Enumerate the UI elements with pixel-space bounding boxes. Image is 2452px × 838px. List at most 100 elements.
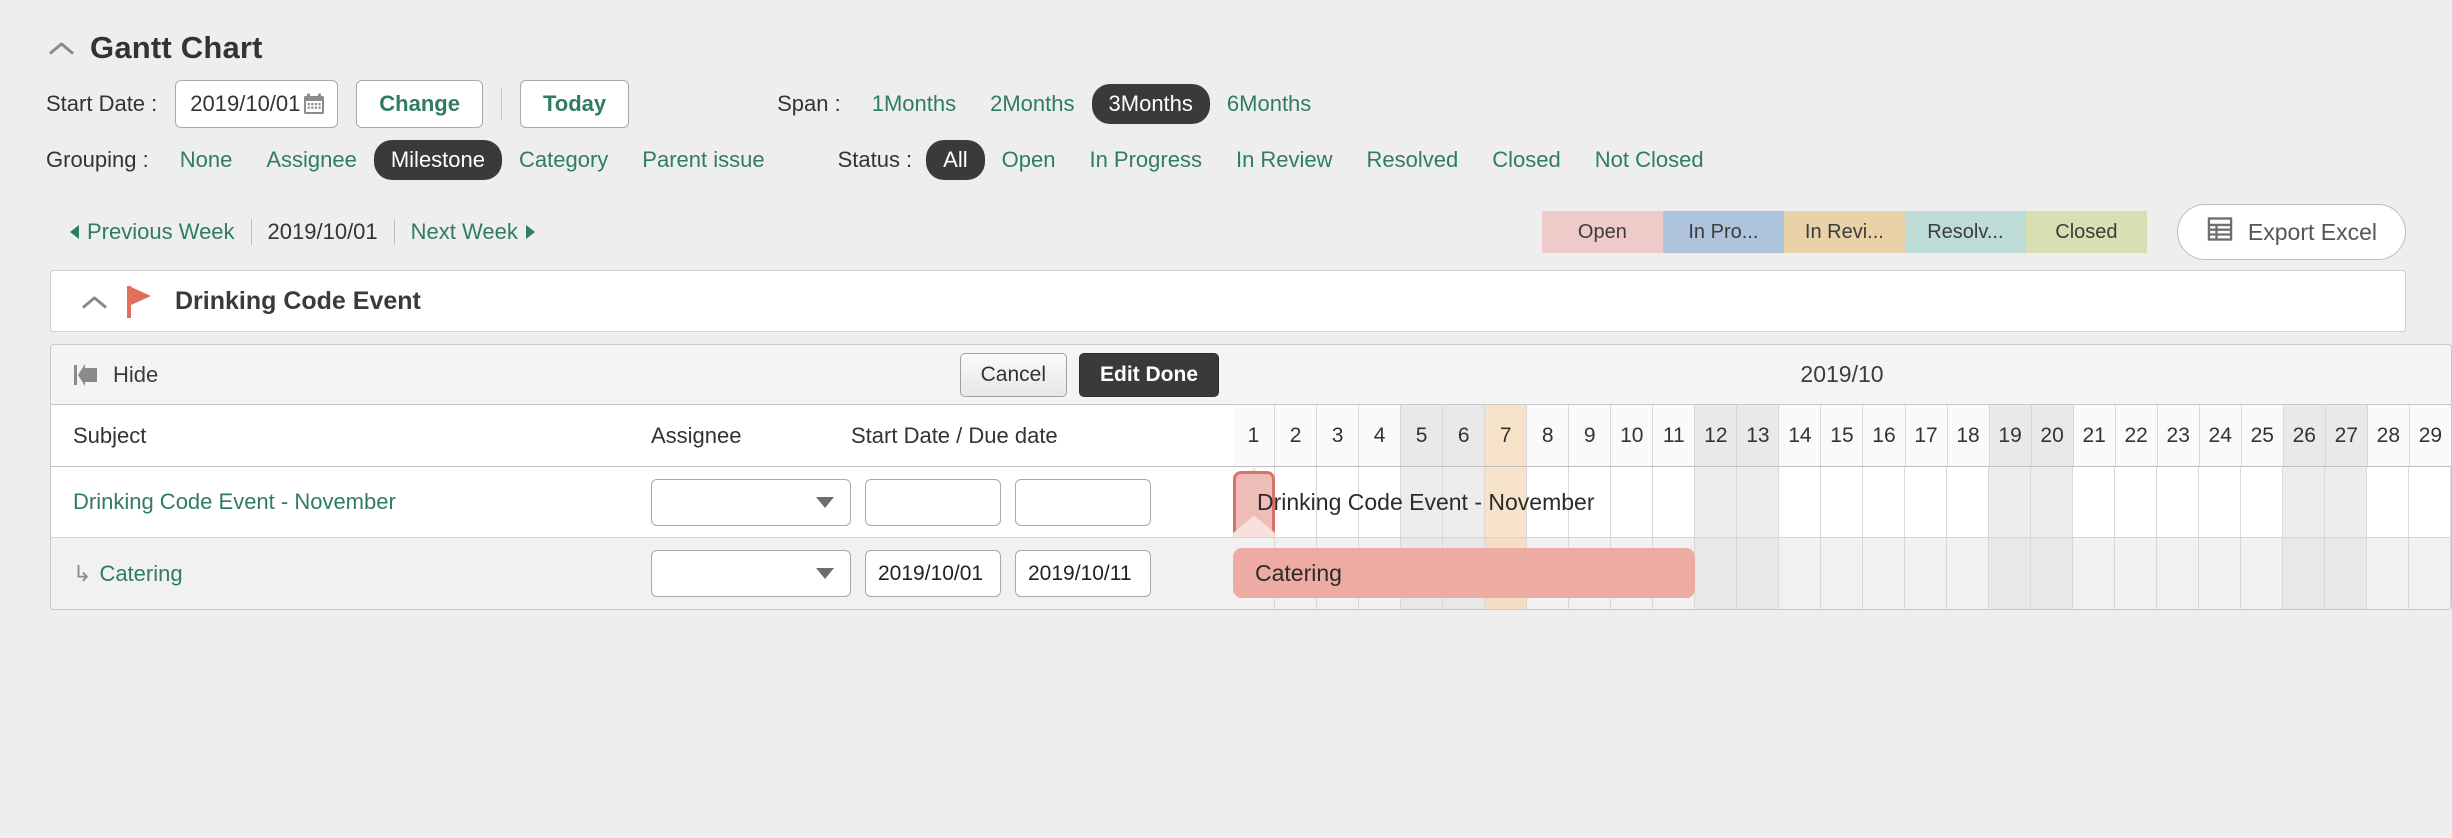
- previous-week-link[interactable]: Previous Week: [87, 219, 235, 245]
- next-week-link[interactable]: Next Week: [411, 219, 518, 245]
- gantt-cell-day-23[interactable]: [2157, 538, 2199, 609]
- task-subject-label: Catering: [99, 560, 183, 586]
- calendar-day-24: 24: [2199, 405, 2242, 466]
- status-option-all[interactable]: All: [926, 140, 985, 180]
- gantt-cell-day-21[interactable]: [2073, 467, 2115, 537]
- gantt-cell-day-20[interactable]: [2031, 467, 2073, 537]
- calendar-day-26: 26: [2283, 405, 2326, 466]
- status-option-open[interactable]: Open: [985, 140, 1073, 180]
- status-option-in-review[interactable]: In Review: [1219, 140, 1350, 180]
- gantt-cell-day-29[interactable]: [2409, 467, 2451, 537]
- gantt-cell-day-15[interactable]: [1821, 538, 1863, 609]
- gantt-cell-day-16[interactable]: [1863, 538, 1905, 609]
- gantt-cell-day-3[interactable]: [1317, 467, 1359, 537]
- gantt-cell-day-16[interactable]: [1863, 467, 1905, 537]
- gantt-cell-day-26[interactable]: [2283, 467, 2325, 537]
- gantt-cell-day-25[interactable]: [2241, 467, 2283, 537]
- gantt-cell-day-27[interactable]: [2325, 467, 2367, 537]
- gantt-cell-day-21[interactable]: [2073, 538, 2115, 609]
- gantt-cell-day-13[interactable]: [1737, 538, 1779, 609]
- chevron-up-icon[interactable]: [46, 39, 76, 57]
- gantt-cell-day-29[interactable]: [2409, 538, 2451, 609]
- assignee-select[interactable]: [651, 478, 851, 526]
- gantt-cell-day-24[interactable]: [2199, 538, 2241, 609]
- start-date-value: 2019/10/01: [190, 91, 301, 116]
- milestone-group-header[interactable]: Drinking Code Event: [50, 270, 2406, 332]
- gantt-table: Hide Cancel Edit Done Subject Assignee S…: [50, 344, 2452, 610]
- chevron-right-icon[interactable]: [525, 225, 535, 239]
- export-excel-button[interactable]: Export Excel: [2176, 204, 2406, 260]
- edit-done-button[interactable]: Edit Done: [1079, 352, 1219, 397]
- gantt-cell-day-19[interactable]: [1989, 467, 2031, 537]
- gantt-cell-day-17[interactable]: [1905, 467, 1947, 537]
- status-option-not-closed[interactable]: Not Closed: [1578, 140, 1721, 180]
- gantt-cell-day-8[interactable]: [1527, 467, 1569, 537]
- gantt-cell-day-11[interactable]: [1653, 467, 1695, 537]
- today-button[interactable]: Today: [519, 80, 630, 128]
- gantt-cell-day-17[interactable]: [1905, 538, 1947, 609]
- status-option-resolved[interactable]: Resolved: [1350, 140, 1476, 180]
- due-date-field[interactable]: 2019/10/11: [1015, 550, 1151, 597]
- hide-button[interactable]: Hide: [73, 362, 158, 388]
- grouping-option-none[interactable]: None: [163, 140, 250, 180]
- chevron-left-icon[interactable]: [70, 225, 79, 239]
- table-row: Drinking Code Event - November: [51, 467, 1233, 538]
- start-date-input[interactable]: 2019/10/01: [175, 80, 339, 128]
- due-date-field[interactable]: [1015, 478, 1151, 526]
- gantt-cell-day-18[interactable]: [1947, 467, 1989, 537]
- gantt-cell-day-18[interactable]: [1947, 538, 1989, 609]
- assignee-select[interactable]: [651, 550, 851, 597]
- column-header-subject: Subject: [73, 422, 147, 448]
- change-button[interactable]: Change: [356, 80, 483, 128]
- span-option-2months[interactable]: 2Months: [973, 84, 1091, 124]
- calendar-icon[interactable]: [302, 92, 326, 116]
- calendar-day-17: 17: [1905, 405, 1948, 466]
- page-title: Gantt Chart: [90, 30, 263, 65]
- task-subject-link[interactable]: ↳ Catering: [51, 561, 651, 587]
- start-date-field[interactable]: 2019/10/01: [865, 550, 1001, 597]
- span-option-3months[interactable]: 3Months: [1091, 84, 1210, 124]
- gantt-cell-day-22[interactable]: [2115, 467, 2157, 537]
- status-option-in-progress[interactable]: In Progress: [1072, 140, 1219, 180]
- gantt-cell-day-27[interactable]: [2325, 538, 2367, 609]
- gantt-cell-day-5[interactable]: [1401, 467, 1443, 537]
- grouping-option-assignee[interactable]: Assignee: [249, 140, 374, 180]
- status-label: Status :: [837, 147, 913, 172]
- gantt-cell-day-13[interactable]: [1737, 467, 1779, 537]
- gantt-cell-day-9[interactable]: [1569, 467, 1611, 537]
- gantt-cell-day-28[interactable]: [2367, 538, 2409, 609]
- gantt-cell-day-12[interactable]: [1695, 467, 1737, 537]
- task-subject-link[interactable]: Drinking Code Event - November: [51, 489, 651, 515]
- calendar-day-18: 18: [1947, 405, 1990, 466]
- collapse-left-icon: [73, 362, 99, 388]
- chevron-up-icon[interactable]: [79, 293, 107, 309]
- span-option-1months[interactable]: 1Months: [855, 84, 973, 124]
- gantt-cell-day-7[interactable]: [1485, 467, 1527, 537]
- gantt-cell-day-14[interactable]: [1779, 467, 1821, 537]
- gantt-cell-day-22[interactable]: [2115, 538, 2157, 609]
- gantt-cell-day-26[interactable]: [2283, 538, 2325, 609]
- gantt-cell-day-23[interactable]: [2157, 467, 2199, 537]
- gantt-cell-day-12[interactable]: [1695, 538, 1737, 609]
- start-date-field[interactable]: [865, 478, 1001, 526]
- calendar-day-1: 1: [1233, 405, 1276, 466]
- gantt-cell-day-24[interactable]: [2199, 467, 2241, 537]
- gantt-cell-day-14[interactable]: [1779, 538, 1821, 609]
- gantt-chart-page: Gantt Chart Start Date : 2019/10/01 Chan…: [0, 0, 2452, 838]
- grouping-option-category[interactable]: Category: [502, 140, 625, 180]
- grouping-option-milestone[interactable]: Milestone: [373, 140, 502, 180]
- grouping-option-parent-issue[interactable]: Parent issue: [625, 140, 781, 180]
- gantt-cell-day-6[interactable]: [1443, 467, 1485, 537]
- gantt-cell-day-2[interactable]: [1275, 467, 1317, 537]
- cancel-button[interactable]: Cancel: [959, 352, 1067, 397]
- gantt-cell-day-28[interactable]: [2367, 467, 2409, 537]
- gantt-cell-day-4[interactable]: [1359, 467, 1401, 537]
- gantt-task-bar[interactable]: [1233, 548, 1695, 598]
- gantt-cell-day-20[interactable]: [2031, 538, 2073, 609]
- span-option-6months[interactable]: 6Months: [1210, 84, 1328, 124]
- gantt-cell-day-15[interactable]: [1821, 467, 1863, 537]
- gantt-cell-day-10[interactable]: [1611, 467, 1653, 537]
- gantt-cell-day-25[interactable]: [2241, 538, 2283, 609]
- gantt-cell-day-19[interactable]: [1989, 538, 2031, 609]
- status-option-closed[interactable]: Closed: [1475, 140, 1577, 180]
